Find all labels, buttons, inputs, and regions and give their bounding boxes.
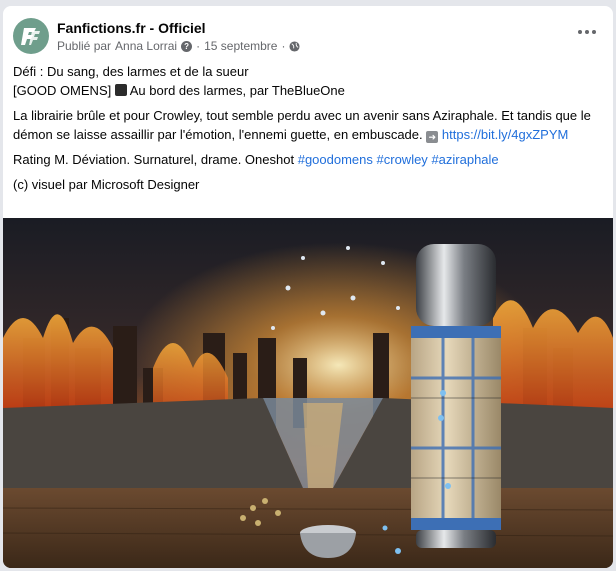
post-card: Fanfictions.fr - Officiel Publié par Ann…: [3, 6, 613, 568]
post-meta: Publié par Anna Lorrai ? · 15 septembre …: [57, 39, 301, 53]
burning-city-thermos-illustration: [3, 218, 613, 568]
rating-paragraph: Rating M. Déviation. Surnaturel, drame. …: [13, 150, 605, 169]
globe-icon: [289, 40, 301, 52]
credit-line: (c) visuel par Microsoft Designer: [13, 177, 200, 192]
right-arrow-icon: ➜: [426, 131, 439, 143]
challenge-line: Défi : Du sang, des larmes et de la sueu…: [13, 64, 249, 79]
more-options-icon[interactable]: [575, 24, 599, 40]
fanfictions-logo-icon: [21, 28, 40, 45]
summary-paragraph: La librairie brûle et pour Crowley, tout…: [13, 106, 605, 144]
meta-separator: ·: [281, 39, 286, 53]
post-body: Défi : Du sang, des larmes et de la sueu…: [13, 62, 605, 200]
question-icon[interactable]: ?: [181, 40, 193, 52]
meta-separator: ·: [196, 39, 201, 53]
rating-text: Rating M. Déviation. Surnaturel, drame. …: [13, 152, 295, 167]
fandom-tag: [GOOD OMENS]: [13, 83, 112, 98]
author-name[interactable]: Anna Lorrai: [115, 39, 177, 53]
post-header: Fanfictions.fr - Officiel Publié par Ann…: [3, 6, 613, 58]
post-date[interactable]: 15 septembre: [204, 39, 277, 53]
hashtag-aziraphale[interactable]: #aziraphale: [431, 152, 498, 167]
post-text-block: Défi : Du sang, des larmes et de la sueu…: [13, 62, 605, 100]
page-name[interactable]: Fanfictions.fr - Officiel: [57, 20, 206, 36]
black-square-icon: [114, 84, 127, 96]
story-title: Au bord des larmes, par TheBlueOne: [129, 83, 345, 98]
page-avatar[interactable]: [13, 18, 49, 54]
published-by-label: Publié par: [57, 39, 112, 53]
post-image[interactable]: [3, 218, 613, 568]
story-link[interactable]: https://bit.ly/4gxZPYM: [442, 127, 568, 142]
hashtag-crowley[interactable]: #crowley: [377, 152, 428, 167]
hashtag-goodomens[interactable]: #goodomens: [298, 152, 373, 167]
